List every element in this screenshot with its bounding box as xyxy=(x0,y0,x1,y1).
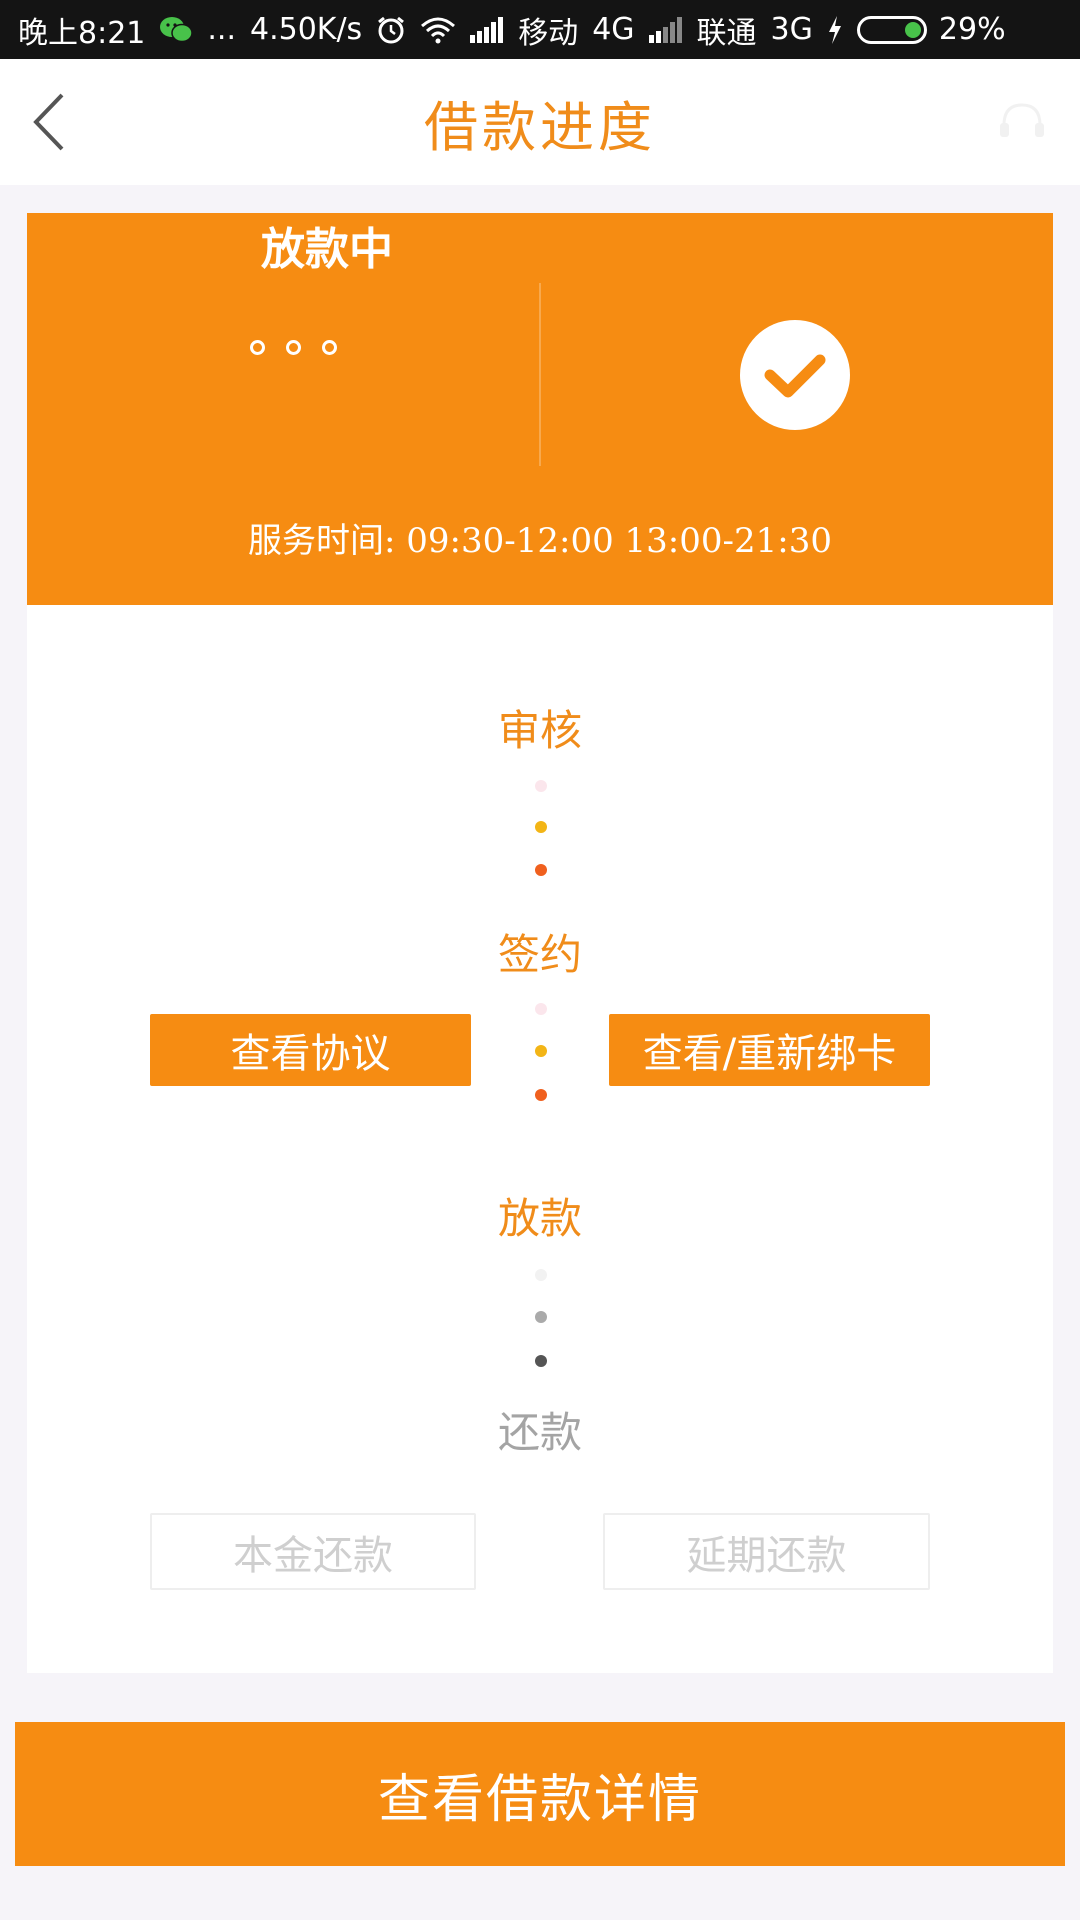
connector-dot xyxy=(535,1311,547,1323)
connector-dot xyxy=(535,1089,547,1101)
view-rebind-card-button[interactable]: 查看/重新绑卡 xyxy=(609,1014,930,1086)
service-time: 服务时间: 09:30-12:00 13:00-21:30 xyxy=(248,521,832,561)
connector-dot xyxy=(535,821,547,833)
step-repay: 还款 xyxy=(497,1408,582,1457)
wechat-icon xyxy=(159,16,194,44)
connector-dot xyxy=(535,1045,547,1057)
loading-dot xyxy=(250,340,265,355)
alarm-icon xyxy=(376,15,406,45)
check-circle-icon xyxy=(740,320,850,430)
status-time: 晚上8:21 xyxy=(18,15,146,51)
view-agreement-button[interactable]: 查看协议 xyxy=(150,1014,471,1086)
headset-icon[interactable] xyxy=(994,95,1050,151)
step-disburse: 放款 xyxy=(497,1194,582,1243)
view-loan-details-button[interactable]: 查看借款详情 xyxy=(15,1722,1065,1866)
principal-repay-button[interactable]: 本金还款 xyxy=(150,1513,476,1590)
battery-level: 29% xyxy=(938,12,1006,47)
loan-status: 放款中 xyxy=(261,224,393,275)
divider xyxy=(539,283,541,466)
battery-icon xyxy=(856,15,927,44)
loading-dot xyxy=(286,340,301,355)
signal-icon xyxy=(470,16,504,43)
connector-dot xyxy=(535,1269,547,1281)
connector-dot xyxy=(535,780,547,792)
network-type-2: 3G xyxy=(770,12,813,47)
more-notifications-icon: ... xyxy=(207,12,236,47)
connector-dot xyxy=(535,1355,547,1367)
carrier-1: 移动 xyxy=(518,15,579,51)
progress-card: 审核 签约 查看协议 查看/重新绑卡 放款 还款 本金还款 延期还款 xyxy=(27,605,1053,1673)
app-header: 借款进度 xyxy=(0,59,1080,185)
page-title: 借款进度 xyxy=(424,95,656,159)
carrier-2: 联通 xyxy=(696,15,757,51)
connector-dot xyxy=(535,1003,547,1015)
step-review: 审核 xyxy=(497,706,582,755)
loading-dots xyxy=(250,340,337,355)
signal-2-icon xyxy=(648,16,683,43)
connector-dot xyxy=(535,864,547,876)
deferred-repay-button[interactable]: 延期还款 xyxy=(603,1513,930,1590)
network-speed: 4.50K/s xyxy=(249,12,363,47)
wifi-icon xyxy=(420,16,456,44)
network-type-1: 4G xyxy=(592,12,635,47)
step-sign: 签约 xyxy=(497,930,582,979)
charging-icon xyxy=(827,15,843,44)
status-card: 放款中 服务时间: 09:30-12:00 13:00-21:30 xyxy=(27,213,1053,605)
status-bar: 晚上8:21 ... 4.50K/s 移动 4G 联通 3G 29% xyxy=(0,0,1080,59)
loading-dot xyxy=(322,340,337,355)
